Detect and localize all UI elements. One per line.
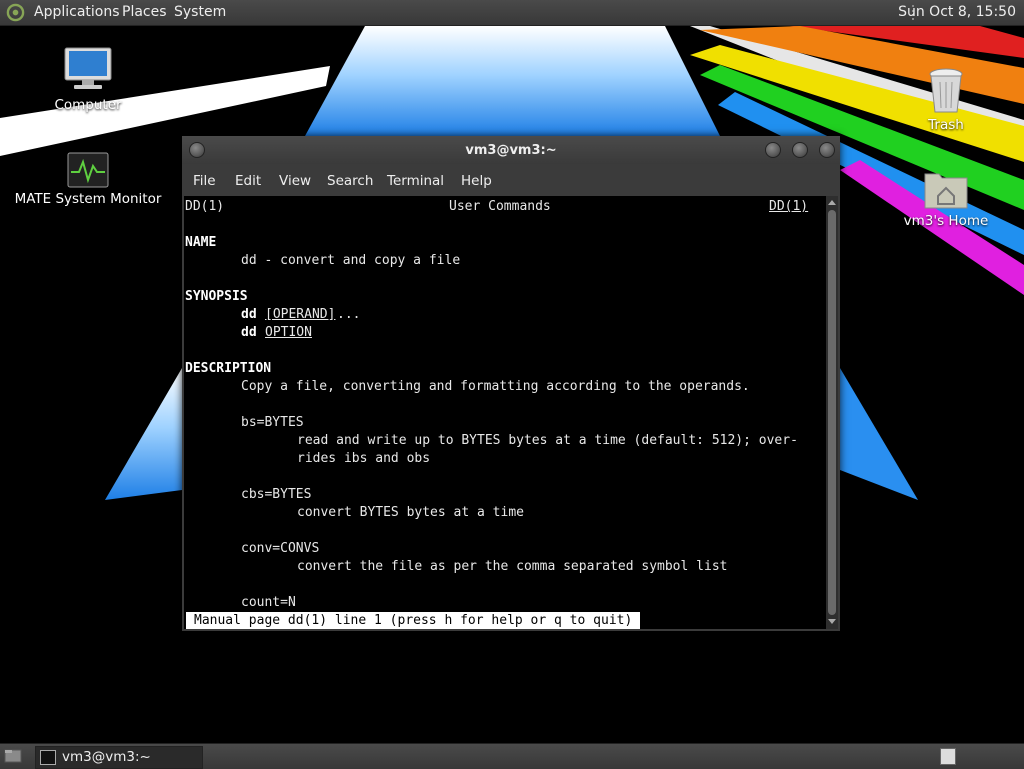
applications-menu[interactable]: Applications: [34, 4, 120, 20]
minimize-button[interactable]: [765, 142, 781, 158]
desktop-icon-system-monitor[interactable]: MATE System Monitor: [8, 152, 168, 207]
description-line: Copy a file, converting and formatting a…: [241, 379, 750, 394]
menu-file[interactable]: File: [193, 173, 216, 189]
man-header-right: DD(1): [769, 199, 809, 214]
section-description-heading: DESCRIPTION: [185, 361, 272, 376]
maximize-button[interactable]: [792, 142, 808, 158]
option-conv: conv=CONVS: [241, 541, 320, 556]
terminal-icon: [40, 750, 56, 765]
synopsis-cmd: dd: [241, 325, 257, 340]
system-menu[interactable]: System: [174, 4, 226, 20]
show-desktop-icon[interactable]: [4, 748, 22, 764]
menu-view[interactable]: View: [279, 173, 311, 189]
desktop-icon-label: Trash: [928, 117, 964, 133]
pager-status-bar: Manual page dd(1) line 1 (press h for he…: [186, 612, 641, 629]
window-titlebar[interactable]: vm3@vm3:~: [182, 136, 840, 164]
man-header-left: DD(1): [185, 199, 225, 214]
terminal-window: vm3@vm3:~ File Edit View Search Terminal…: [182, 136, 840, 631]
mate-logo-icon[interactable]: [6, 3, 25, 22]
places-menu[interactable]: Places: [122, 4, 167, 20]
synopsis-option: OPTION: [265, 325, 312, 340]
home-folder-icon: [924, 173, 968, 209]
option-bs-desc: read and write up to BYTES bytes at a ti…: [297, 433, 798, 448]
option-cbs: cbs=BYTES: [241, 487, 312, 502]
desktop-icon-label: MATE System Monitor: [14, 191, 162, 207]
scroll-up-icon[interactable]: [828, 200, 836, 205]
option-count: count=N: [241, 595, 296, 610]
computer-icon: [64, 47, 112, 89]
system-monitor-icon: [67, 152, 109, 188]
bottom-panel: vm3@vm3:~: [0, 743, 1024, 769]
terminal-scrollbar[interactable]: [826, 196, 838, 629]
synopsis-cmd: dd: [241, 307, 257, 322]
option-bs: bs=BYTES: [241, 415, 304, 430]
scrollbar-thumb[interactable]: [828, 210, 836, 615]
taskbar-label: vm3@vm3:~: [62, 749, 151, 765]
menu-terminal[interactable]: Terminal: [387, 173, 444, 189]
option-cbs-desc: convert BYTES bytes at a time: [297, 505, 524, 520]
section-name-heading: NAME: [185, 235, 217, 250]
desktop-icon-home[interactable]: vm3's Home: [866, 168, 1024, 229]
terminal-content[interactable]: DD(1) User Commands DD(1) NAME dd - conv…: [184, 196, 826, 629]
synopsis-operand: [OPERAND]: [265, 307, 336, 322]
option-bs-desc-cont: rides ibs and obs: [297, 451, 431, 466]
menu-edit[interactable]: Edit: [235, 173, 261, 189]
man-header-center: User Commands: [449, 199, 551, 214]
top-panel: Applications Places System Sun Oct 8, 15…: [0, 0, 1024, 26]
scroll-down-icon[interactable]: [828, 619, 836, 624]
desktop-icon-computer[interactable]: Computer: [8, 46, 168, 113]
option-conv-desc: convert the file as per the comma separa…: [297, 559, 728, 574]
desktop-icon-trash[interactable]: Trash: [866, 66, 1024, 133]
desktop-icon-label: Computer: [54, 97, 122, 113]
window-title: vm3@vm3:~: [465, 143, 557, 158]
taskbar-button-terminal[interactable]: vm3@vm3:~: [35, 746, 203, 769]
desktop-icon-label: vm3's Home: [903, 213, 989, 229]
clock[interactable]: Sun Oct 8, 15:50: [898, 4, 1016, 20]
trash-icon: [929, 68, 963, 113]
workspace-switcher[interactable]: [940, 748, 956, 765]
close-button[interactable]: [819, 142, 835, 158]
section-synopsis-heading: SYNOPSIS: [185, 289, 248, 304]
terminal-menubar: File Edit View Search Terminal Help: [182, 164, 840, 196]
name-line: dd - convert and copy a file: [241, 253, 461, 268]
menu-search[interactable]: Search: [327, 173, 373, 189]
synopsis-ellipsis: ...: [337, 307, 361, 322]
menu-help[interactable]: Help: [461, 173, 492, 189]
